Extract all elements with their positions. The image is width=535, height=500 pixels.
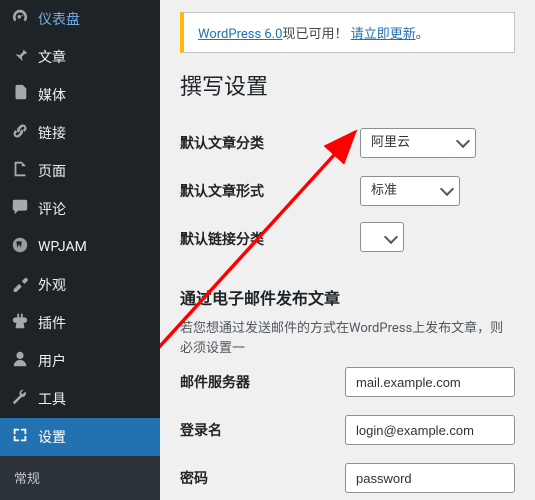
plugin-icon: [10, 312, 30, 334]
sidebar-item-label: WPJAM: [38, 239, 87, 255]
row-default-category: 默认文章分类 阿里云: [180, 119, 515, 167]
admin-sidebar: 仪表盘 文章 媒体 链接 页面: [0, 0, 160, 500]
sidebar-item-posts[interactable]: 文章: [0, 38, 160, 76]
page-title: 撰写设置: [180, 69, 515, 101]
sidebar-item-dashboard[interactable]: 仪表盘: [0, 0, 160, 38]
sidebar-item-users[interactable]: 用户: [0, 342, 160, 380]
label-mail-login: 登录名: [180, 420, 345, 440]
sidebar-item-label: 评论: [38, 199, 66, 219]
row-default-link-category: 默认链接分类: [180, 215, 515, 263]
label-mail-password: 密码: [180, 468, 345, 488]
sidebar-item-label: 链接: [38, 123, 66, 143]
sidebar-item-comments[interactable]: 评论: [0, 190, 160, 228]
sidebar-item-label: 外观: [38, 275, 66, 295]
submenu-item-general[interactable]: 常规: [0, 462, 160, 493]
sidebar-item-label: 工具: [38, 389, 66, 409]
sidebar-item-tools[interactable]: 工具: [0, 380, 160, 418]
content-area: WordPress 6.0现已可用！ 请立即更新。 撰写设置 默认文章分类 阿里…: [160, 0, 535, 500]
sidebar-item-label: 设置: [38, 427, 66, 447]
row-default-format: 默认文章形式 标准: [180, 167, 515, 215]
tool-icon: [10, 388, 30, 410]
label-default-category: 默认文章分类: [180, 133, 360, 153]
label-mail-server: 邮件服务器: [180, 372, 345, 392]
row-mail-password: 密码: [180, 454, 515, 500]
sidebar-item-links[interactable]: 链接: [0, 114, 160, 152]
sidebar-item-settings[interactable]: 设置: [0, 418, 160, 456]
submenu-item-writing[interactable]: 撰写: [0, 493, 160, 500]
sidebar-item-label: 文章: [38, 47, 66, 67]
dashboard-icon: [10, 8, 30, 30]
wpjam-icon: [10, 236, 30, 258]
email-section-desc: 若您想通过发送邮件的方式在WordPress上发布文章，则必须设置一: [180, 319, 515, 358]
label-default-format: 默认文章形式: [180, 181, 360, 201]
input-mail-server[interactable]: [345, 367, 515, 397]
sidebar-item-label: 用户: [38, 351, 66, 371]
media-icon: [10, 84, 30, 106]
section-title-email: 通过电子邮件发布文章: [180, 285, 515, 309]
settings-submenu: 常规 撰写 阅读: [0, 456, 160, 500]
input-mail-login[interactable]: [345, 415, 515, 445]
select-default-category[interactable]: 阿里云: [360, 128, 476, 158]
appearance-icon: [10, 274, 30, 296]
row-mail-server: 邮件服务器: [180, 358, 515, 406]
update-notice: WordPress 6.0现已可用！ 请立即更新。: [180, 12, 515, 53]
sidebar-item-wpjam[interactable]: WPJAM: [0, 228, 160, 266]
sidebar-item-media[interactable]: 媒体: [0, 76, 160, 114]
notice-suffix: 。: [416, 27, 429, 42]
input-mail-password[interactable]: [345, 463, 515, 493]
notice-text: 现已可用！: [282, 27, 347, 42]
sidebar-item-appearance[interactable]: 外观: [0, 266, 160, 304]
settings-icon: [10, 426, 30, 448]
wordpress-version-link[interactable]: WordPress 6.0: [198, 27, 282, 42]
row-mail-login: 登录名: [180, 406, 515, 454]
select-default-link-category[interactable]: [360, 222, 404, 252]
sidebar-item-label: 插件: [38, 313, 66, 333]
sidebar-item-pages[interactable]: 页面: [0, 152, 160, 190]
pin-icon: [10, 46, 30, 68]
link-icon: [10, 122, 30, 144]
user-icon: [10, 350, 30, 372]
app-root: 仪表盘 文章 媒体 链接 页面: [0, 0, 535, 500]
update-now-link[interactable]: 请立即更新: [351, 27, 416, 42]
sidebar-item-label: 媒体: [38, 85, 66, 105]
comment-icon: [10, 198, 30, 220]
sidebar-item-label: 仪表盘: [38, 9, 80, 29]
page-icon: [10, 160, 30, 182]
sidebar-item-plugins[interactable]: 插件: [0, 304, 160, 342]
label-default-link-category: 默认链接分类: [180, 229, 360, 249]
select-default-format[interactable]: 标准: [360, 176, 460, 206]
sidebar-item-label: 页面: [38, 161, 66, 181]
